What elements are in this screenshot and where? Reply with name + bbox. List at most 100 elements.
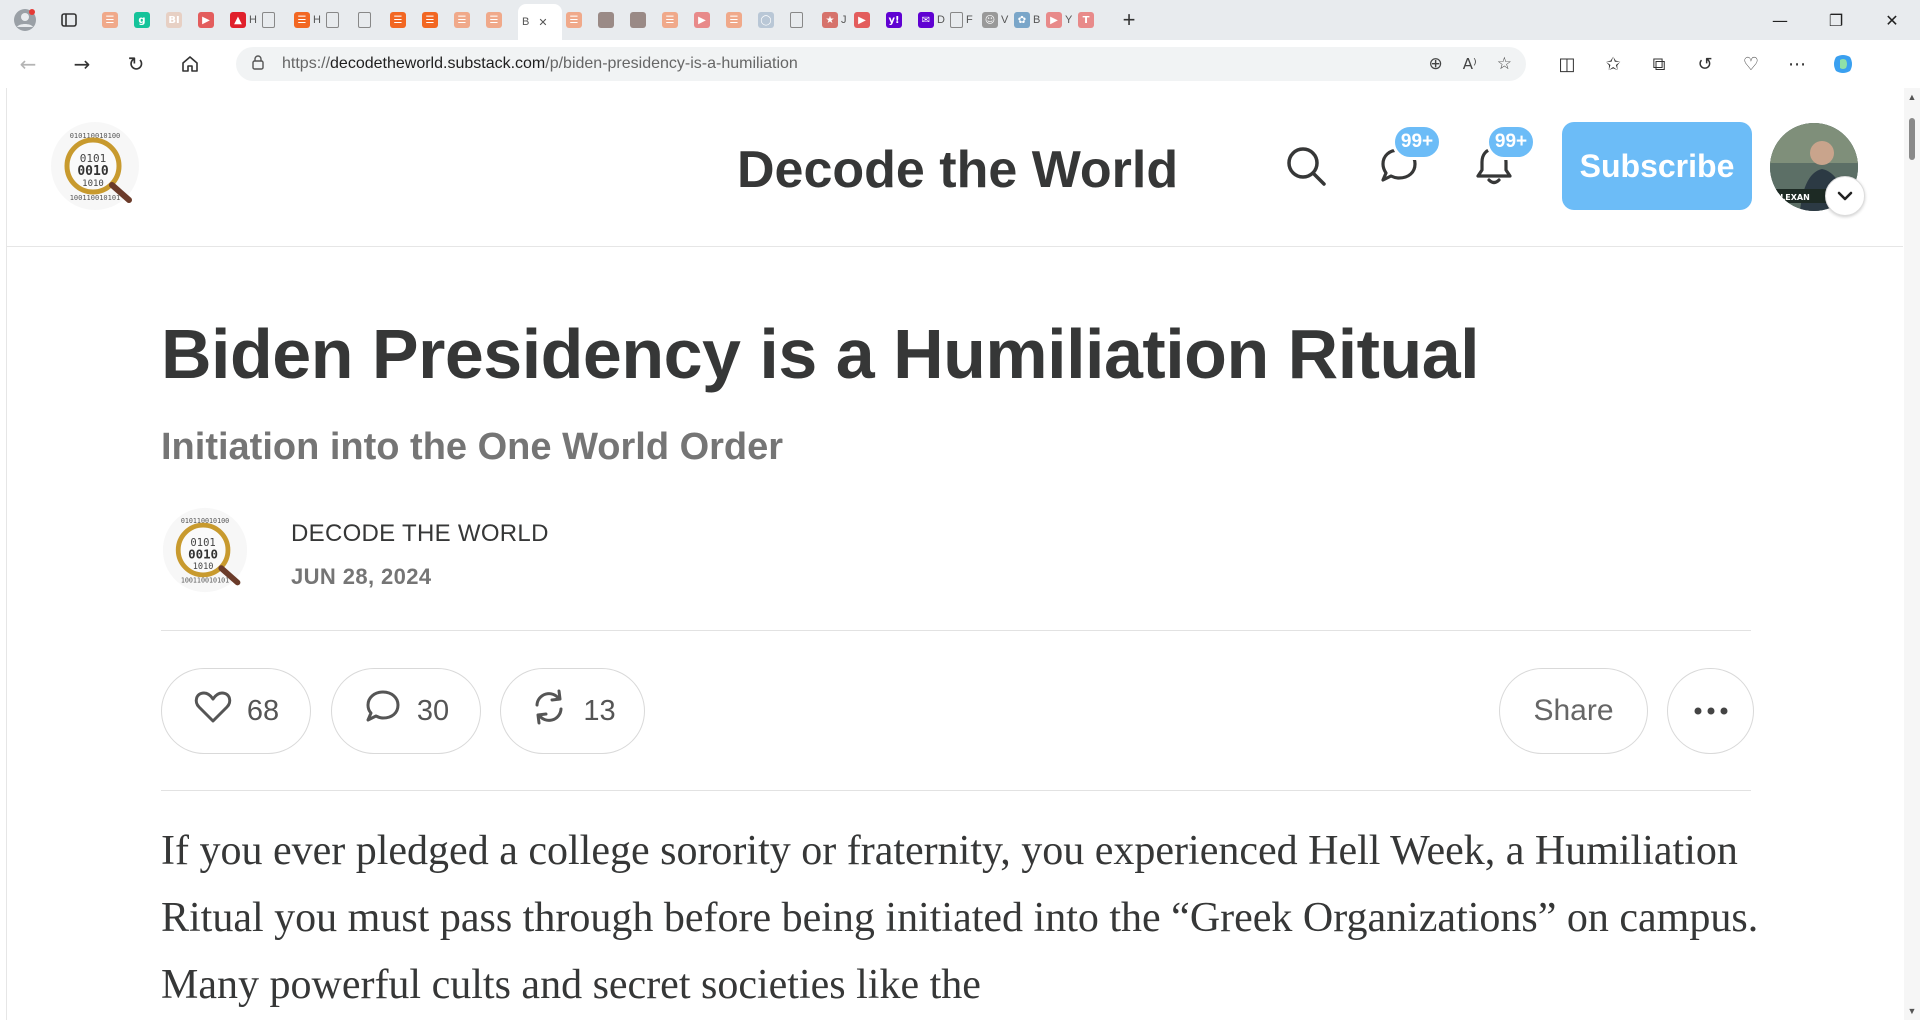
scroll-down-icon[interactable]: ▼ — [1907, 1006, 1917, 1016]
browser-tab[interactable]: ☰ — [662, 4, 690, 36]
favorite-star-icon[interactable]: ☆ — [1497, 54, 1512, 74]
t-icon: T — [1078, 12, 1094, 28]
lock-icon[interactable] — [250, 54, 266, 75]
scroll-thumb[interactable] — [1909, 118, 1915, 160]
split-screen-icon[interactable]: ◫ — [1544, 44, 1590, 84]
browser-tab[interactable]: ☰ — [566, 4, 594, 36]
browser-tab[interactable]: ☰ — [486, 4, 514, 36]
yahoo-icon: y! — [886, 12, 902, 28]
browser-tab[interactable]: ▶ — [854, 4, 882, 36]
browser-tab[interactable]: ☰ H — [294, 4, 322, 36]
heart-icon — [193, 687, 233, 735]
search-icon[interactable] — [1284, 144, 1328, 193]
subscribe-button[interactable]: Subscribe — [1562, 122, 1752, 210]
site-title[interactable]: Decode the World — [737, 140, 1178, 200]
youtube-icon: ▶ — [198, 12, 214, 28]
browser-tab[interactable]: T — [1078, 4, 1106, 36]
copilot-icon[interactable] — [1820, 44, 1866, 84]
svg-text:0010: 0010 — [188, 547, 218, 562]
browser-tab[interactable]: ◯ — [758, 4, 786, 36]
browser-tab[interactable]: ▲ H — [230, 4, 258, 36]
browser-tab[interactable]: ▶ — [198, 4, 226, 36]
post-subtitle: Initiation into the One World Order — [161, 426, 784, 468]
browser-tab[interactable] — [262, 4, 290, 36]
comment-count: 30 — [416, 694, 450, 727]
close-tab-icon[interactable]: ✕ — [538, 16, 547, 29]
close-icon[interactable]: ✕ — [1864, 0, 1920, 40]
tab-label: D — [937, 14, 945, 26]
substack-icon: ☰ — [726, 12, 742, 28]
browser-tab[interactable]: ☰ — [102, 4, 130, 36]
browser-tab[interactable]: g — [134, 4, 162, 36]
page-frame: 010110010100 100110010101 0101 0010 1010… — [6, 88, 1903, 1020]
browser-tab[interactable] — [630, 4, 658, 36]
tab-actions-icon[interactable] — [54, 5, 84, 35]
youtube-icon: ▶ — [694, 12, 710, 28]
browser-tab[interactable]: F — [950, 4, 978, 36]
byline: 010110010100 100110010101 0101 0010 1010… — [161, 506, 861, 596]
share-button[interactable]: Share — [1499, 668, 1648, 754]
author-name[interactable]: DECODE THE WORLD — [291, 520, 549, 548]
post-title: Biden Presidency is a Humiliation Ritual — [161, 315, 1480, 393]
url-host: decodetheworld.substack.com — [330, 55, 546, 72]
window-controls: — ❐ ✕ — [1752, 0, 1920, 40]
browser-tab[interactable]: ☰ — [454, 4, 482, 36]
browser-tab[interactable]: ☰ — [726, 4, 754, 36]
brave-icon: ▲ — [230, 12, 246, 28]
like-button[interactable]: 68 — [161, 668, 311, 754]
more-tools-icon[interactable]: ⋯ — [1774, 44, 1820, 84]
url-field[interactable]: https://decodetheworld.substack.com/p/bi… — [236, 47, 1526, 81]
home-icon[interactable] — [170, 44, 210, 84]
svg-text:ALEXAN: ALEXAN — [1774, 193, 1810, 202]
chevron-down-icon[interactable] — [1825, 176, 1865, 216]
browser-tab[interactable]: ✉ D — [918, 4, 946, 36]
substack-icon: ☰ — [486, 12, 502, 28]
url-path: /p/biden-presidency-is-a-humiliation — [545, 55, 798, 72]
restore-icon[interactable]: ❐ — [1808, 0, 1864, 40]
browser-tab[interactable] — [326, 4, 354, 36]
browser-tab[interactable]: ☰ — [390, 4, 418, 36]
restack-count: 13 — [583, 694, 616, 727]
browser-tab[interactable]: ▶ — [694, 4, 722, 36]
profile-icon[interactable] — [10, 5, 40, 35]
browser-tab[interactable]: y! — [886, 4, 914, 36]
svg-text:0010: 0010 — [77, 164, 108, 179]
tab-active[interactable]: B ✕ — [518, 4, 562, 40]
restack-button[interactable]: 13 — [500, 668, 645, 754]
page-icon — [790, 12, 803, 28]
more-options-icon[interactable] — [1667, 668, 1754, 754]
health-icon[interactable]: ♡ — [1728, 44, 1774, 84]
browser-tab[interactable]: ▶ Y — [1046, 4, 1074, 36]
browser-tab[interactable] — [790, 4, 818, 36]
favorites-icon[interactable]: ✩ — [1590, 44, 1636, 84]
collections-icon[interactable]: ⧉ — [1636, 44, 1682, 84]
page-scrollbar[interactable]: ▲ ▼ — [1904, 88, 1920, 1020]
minimize-icon[interactable]: — — [1752, 0, 1808, 40]
comment-button[interactable]: 30 — [331, 668, 481, 754]
tab-label: H — [313, 14, 321, 26]
site-logo[interactable]: 010110010100 100110010101 0101 0010 1010 — [49, 120, 141, 217]
browser-tab[interactable]: ★ J — [822, 4, 850, 36]
browser-tab[interactable]: ✿ B — [1014, 4, 1042, 36]
divider — [161, 630, 1751, 631]
read-aloud-icon[interactable]: A⁾ — [1463, 55, 1477, 73]
browser-tab[interactable]: ☰ — [422, 4, 450, 36]
browser-tab[interactable]: BI — [166, 4, 194, 36]
back-icon[interactable]: ← — [8, 44, 48, 84]
history-icon[interactable]: ↺ — [1682, 44, 1728, 84]
browser-tab[interactable]: ☺ V — [982, 4, 1010, 36]
substack-icon: ☰ — [390, 12, 406, 28]
site-header: 010110010100 100110010101 0101 0010 1010… — [7, 88, 1903, 247]
browser-tab[interactable] — [598, 4, 626, 36]
url-text[interactable]: https://decodetheworld.substack.com/p/bi… — [282, 55, 798, 73]
scroll-up-icon[interactable]: ▲ — [1907, 92, 1917, 102]
author-avatar[interactable]: 010110010100 100110010101 0101 0010 1010 — [161, 506, 249, 599]
forward-icon[interactable]: → — [62, 44, 102, 84]
new-tab-icon[interactable]: + — [1114, 5, 1144, 35]
refresh-icon[interactable]: ↻ — [116, 44, 156, 84]
zoom-icon[interactable]: ⊕ — [1429, 54, 1443, 74]
url-actions: ⊕ A⁾ ☆ — [1409, 54, 1512, 74]
svg-text:1010: 1010 — [82, 179, 104, 189]
shield-icon: ◯ — [758, 12, 774, 28]
browser-tab[interactable] — [358, 4, 386, 36]
